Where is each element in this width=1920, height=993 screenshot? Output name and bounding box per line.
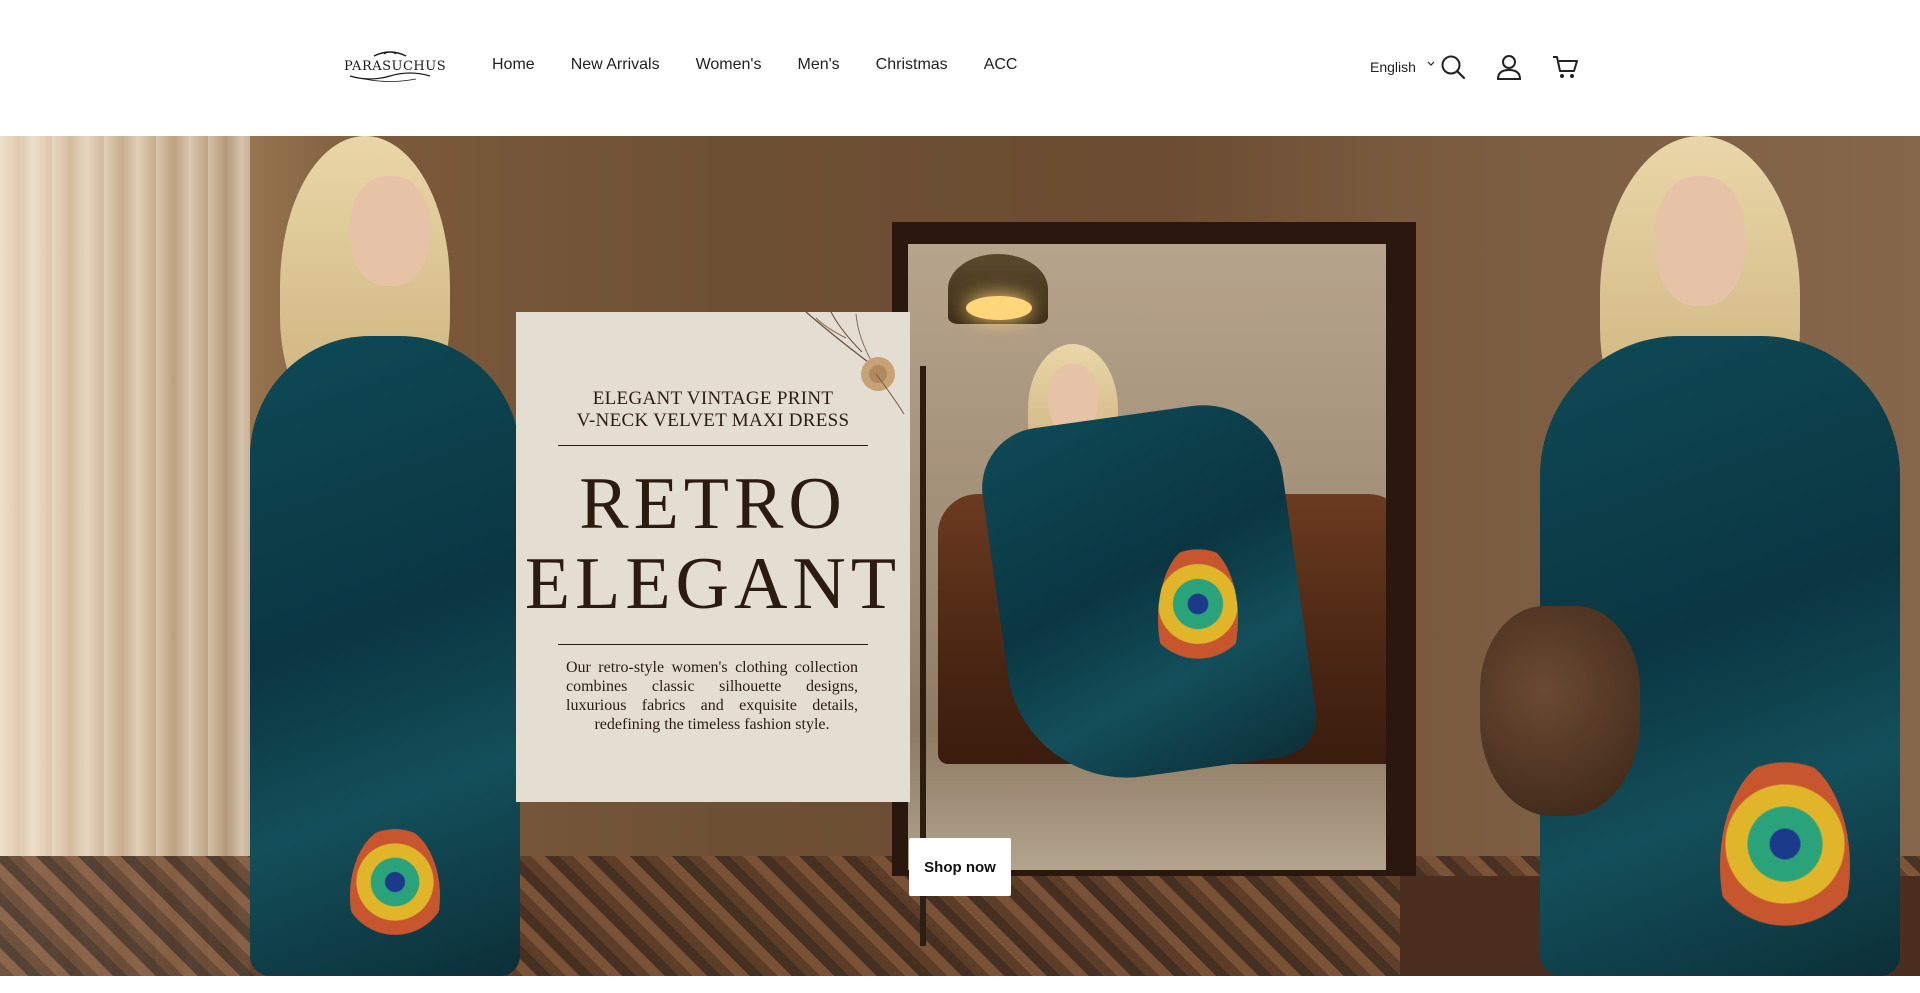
account-icon[interactable] bbox=[1495, 53, 1523, 81]
woven-handbag bbox=[1480, 606, 1640, 816]
nav-mens[interactable]: Men's bbox=[797, 56, 839, 74]
product-subtitle-line1: ELEGANT VINTAGE PRINT bbox=[592, 388, 834, 409]
hero-title-line1: RETRO bbox=[579, 463, 847, 545]
divider-top bbox=[558, 445, 868, 446]
nav-christmas[interactable]: Christmas bbox=[876, 56, 948, 74]
promo-card: ELEGANT VINTAGE PRINT V-NECK VELVET MAXI… bbox=[516, 309, 910, 802]
product-subtitle: ELEGANT VINTAGE PRINT V-NECK VELVET MAXI… bbox=[516, 388, 910, 432]
model-right bbox=[1480, 136, 1920, 976]
nav-new-arrivals[interactable]: New Arrivals bbox=[571, 56, 660, 74]
search-icon[interactable] bbox=[1439, 53, 1467, 81]
hero-title: RETRO ELEGANT bbox=[516, 464, 910, 624]
shop-now-button[interactable]: Shop now bbox=[909, 838, 1011, 896]
logo-text: PARASUCHUS bbox=[344, 59, 447, 74]
language-selector[interactable]: English bbox=[1370, 59, 1416, 75]
site-header: PARASUCHUS Home New Arrivals Women's Men… bbox=[0, 0, 1920, 136]
brand-logo[interactable]: PARASUCHUS bbox=[344, 50, 447, 82]
nav-womens[interactable]: Women's bbox=[696, 56, 762, 74]
hero-description: Our retro-style women's clothing collect… bbox=[566, 659, 858, 733]
nav-home[interactable]: Home bbox=[492, 56, 535, 74]
cart-icon[interactable] bbox=[1551, 53, 1579, 81]
mirror-photo bbox=[908, 244, 1386, 870]
lamp-bulb bbox=[966, 296, 1032, 320]
model-left bbox=[220, 136, 540, 976]
chevron-down-icon[interactable] bbox=[1426, 58, 1436, 70]
product-subtitle-line2: V-NECK VELVET MAXI DRESS bbox=[576, 410, 850, 431]
nav-acc[interactable]: ACC bbox=[984, 56, 1018, 74]
hero-title-line2: ELEGANT bbox=[524, 543, 902, 625]
mirror-frame bbox=[892, 222, 1416, 876]
curtain bbox=[0, 136, 250, 976]
divider-bottom bbox=[558, 644, 868, 645]
main-nav: Home New Arrivals Women's Men's Christma… bbox=[492, 56, 1053, 74]
